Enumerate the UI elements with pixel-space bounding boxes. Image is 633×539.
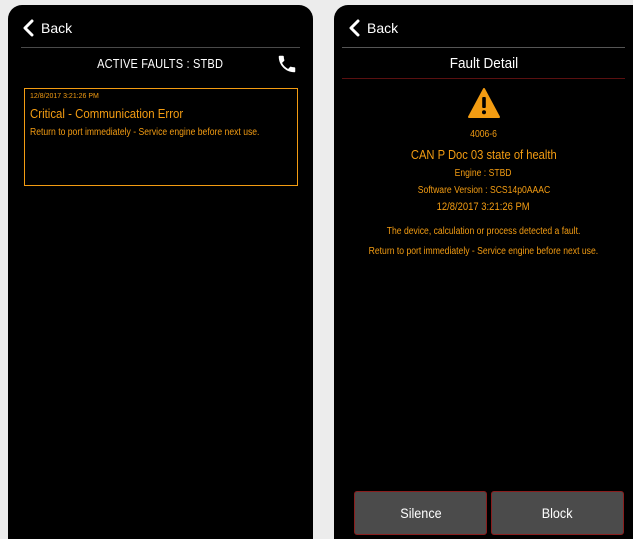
page-title: ACTIVE FAULTS : STBD (97, 56, 224, 71)
chevron-left-icon (21, 19, 37, 37)
software-version: Software Version : SCS14p0AAAC (417, 185, 550, 196)
active-faults-screen: Back ACTIVE FAULTS : STBD 12/8/2017 3:21… (8, 5, 313, 539)
back-label: Back (41, 20, 73, 36)
fault-name: CAN P Doc 03 state of health (410, 147, 557, 162)
chevron-left-icon (347, 19, 363, 37)
silence-button[interactable]: Silence (354, 491, 487, 535)
warning-icon (467, 88, 500, 118)
action-buttons: Silence Block (354, 491, 624, 535)
fault-detail: 4006-6 CAN P Doc 03 state of health Engi… (334, 87, 633, 257)
phone-icon[interactable] (276, 53, 298, 75)
block-button[interactable]: Block (491, 491, 624, 535)
fault-message: Return to port immediately - Service eng… (30, 127, 260, 138)
fault-list-item[interactable]: 12/8/2017 3:21:26 PM Critical - Communic… (24, 88, 298, 186)
fault-title: Critical - Communication Error (30, 106, 184, 121)
back-button[interactable]: Back (347, 19, 398, 37)
fault-timestamp: 12/8/2017 3:21:26 PM (30, 93, 99, 100)
back-label: Back (367, 20, 399, 36)
fault-date: 12/8/2017 3:21:26 PM (436, 201, 531, 213)
header-bar: Fault Detail (342, 47, 625, 79)
fault-action: Return to port immediately - Service eng… (368, 246, 599, 257)
fault-code: 4006-6 (470, 129, 497, 140)
header-bar: ACTIVE FAULTS : STBD (21, 47, 300, 79)
fault-detail-screen: Back Fault Detail 4006-6 CAN P Doc 03 st… (334, 5, 633, 539)
fault-description: The device, calculation or process detec… (386, 226, 581, 237)
page-title: Fault Detail (449, 54, 518, 72)
back-button[interactable]: Back (21, 19, 72, 37)
engine-label: Engine : STBD (455, 168, 512, 179)
